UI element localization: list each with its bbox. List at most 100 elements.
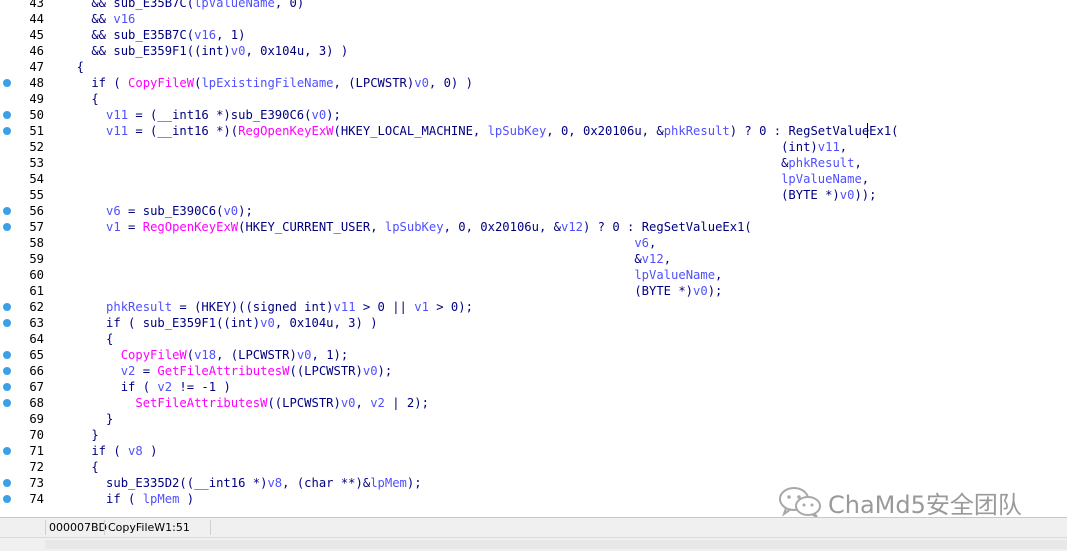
code-line[interactable]: 61 (BYTE *)v0); xyxy=(0,283,1067,299)
code-text[interactable]: v6, xyxy=(62,235,656,251)
variable-token: v8 xyxy=(128,444,143,458)
breakpoint-dot-icon[interactable] xyxy=(3,367,11,375)
code-text[interactable]: &v12, xyxy=(62,251,671,267)
code-line[interactable]: 62 phkResult = (HKEY)((signed int)v11 > … xyxy=(0,299,1067,315)
code-line[interactable]: 56 v6 = sub_E390C6(v0); xyxy=(0,203,1067,219)
variable-token: v6 xyxy=(634,236,650,250)
code-line[interactable]: 50 v11 = (__int16 *)sub_E390C6(v0); xyxy=(0,107,1067,123)
breakpoint-dot-icon[interactable] xyxy=(3,303,11,311)
breakpoint-dot-icon[interactable] xyxy=(3,223,11,231)
breakpoint-dot-icon[interactable] xyxy=(3,479,11,487)
breakpoint-dot-icon[interactable] xyxy=(3,399,11,407)
breakpoint-dot-icon[interactable] xyxy=(3,495,11,503)
code-line[interactable]: 57 v1 = RegOpenKeyExW(HKEY_CURRENT_USER,… xyxy=(0,219,1067,235)
code-text[interactable]: v6 = sub_E390C6(v0); xyxy=(62,203,253,219)
code-text[interactable]: sub_E335D2((__int16 *)v8, (char **)&lpMe… xyxy=(62,475,422,491)
code-text[interactable]: (BYTE *)v0); xyxy=(62,283,722,299)
code-text[interactable]: SetFileAttributesW((LPCWSTR)v0, v2 | 2); xyxy=(62,395,429,411)
code-line[interactable]: 70 } xyxy=(0,427,1067,443)
variable-token: v0 xyxy=(414,76,429,90)
code-text[interactable]: v11 = (__int16 *)sub_E390C6(v0); xyxy=(62,107,341,123)
breakpoint-dot-icon[interactable] xyxy=(3,383,11,391)
code-token: && xyxy=(62,0,114,10)
code-text[interactable]: && v16 xyxy=(62,11,135,27)
code-line[interactable]: 68 SetFileAttributesW((LPCWSTR)v0, v2 | … xyxy=(0,395,1067,411)
code-token: , 0, 0x20106u, & xyxy=(443,220,561,234)
code-line[interactable]: 55 (BYTE *)v0)); xyxy=(0,187,1067,203)
code-token: } xyxy=(62,412,114,426)
code-token: = xyxy=(120,220,143,234)
pseudocode-view[interactable]: 43 && sub_E35B7C(lpValueName, 0) 44 && v1… xyxy=(0,0,1067,507)
code-text[interactable]: if ( sub_E359F1((int)v0, 0x104u, 3) ) xyxy=(62,315,378,331)
code-text[interactable]: if ( CopyFileW(lpExistingFileName, (LPCW… xyxy=(62,75,473,91)
breakpoint-dot-icon[interactable] xyxy=(3,351,11,359)
code-line[interactable]: 63 if ( sub_E359F1((int)v0, 0x104u, 3) ) xyxy=(0,315,1067,331)
code-token: , 0) ) xyxy=(428,76,473,90)
variable-token: v0 xyxy=(362,364,378,378)
code-text[interactable]: if ( lpMem ) xyxy=(62,491,194,507)
breakpoint-dot-icon[interactable] xyxy=(3,319,11,327)
code-line[interactable]: 58 v6, xyxy=(0,235,1067,251)
code-text[interactable]: { xyxy=(62,59,84,75)
code-text[interactable]: && sub_E35B7C(v16, 1) xyxy=(62,27,245,43)
code-line[interactable]: 66 v2 = GetFileAttributesW((LPCWSTR)v0); xyxy=(0,363,1067,379)
code-line[interactable]: 45 && sub_E35B7C(v16, 1) xyxy=(0,27,1067,43)
line-number: 43 xyxy=(29,0,44,10)
code-text[interactable]: } xyxy=(62,411,113,427)
code-line[interactable]: 47 { xyxy=(0,59,1067,75)
code-line[interactable]: 48 if ( CopyFileW(lpExistingFileName, (L… xyxy=(0,75,1067,91)
code-line[interactable]: 49 { xyxy=(0,91,1067,107)
code-text[interactable]: v2 = GetFileAttributesW((LPCWSTR)v0); xyxy=(62,363,393,379)
code-text[interactable]: &phkResult, xyxy=(62,155,862,171)
code-text[interactable]: && sub_E35B7C(lpValueName, 0) xyxy=(62,0,304,11)
code-line[interactable]: 46 && sub_E359F1((int)v0, 0x104u, 3) ) xyxy=(0,43,1067,59)
code-line[interactable]: 71 if ( v8 ) xyxy=(0,443,1067,459)
code-text[interactable]: (int)v11, xyxy=(62,139,847,155)
code-text[interactable]: v11 = (__int16 *)(RegOpenKeyExW(HKEY_LOC… xyxy=(62,123,898,139)
code-line[interactable]: 64 { xyxy=(0,331,1067,347)
scrollbar-track[interactable] xyxy=(45,540,1067,549)
breakpoint-dot-icon[interactable] xyxy=(3,111,11,119)
code-text[interactable]: lpValueName, xyxy=(62,267,722,283)
code-token: sub_E335D2((__int16 *) xyxy=(62,476,268,490)
variable-token: v0 xyxy=(296,348,312,362)
code-text[interactable]: } xyxy=(62,427,98,443)
breakpoint-dot-icon[interactable] xyxy=(3,79,11,87)
code-line[interactable]: 52 (int)v11, xyxy=(0,139,1067,155)
code-line[interactable]: 44 && v16 xyxy=(0,11,1067,27)
code-text[interactable]: { xyxy=(62,91,98,107)
text-cursor xyxy=(867,123,868,138)
code-text[interactable]: phkResult = (HKEY)((signed int)v11 > 0 |… xyxy=(62,299,473,315)
code-line[interactable]: 60 lpValueName, xyxy=(0,267,1067,283)
code-line[interactable]: 72 { xyxy=(0,459,1067,475)
code-text[interactable]: if ( v2 != -1 ) xyxy=(62,379,231,395)
variable-token: v16 xyxy=(194,28,217,42)
code-text[interactable]: CopyFileW(v18, (LPCWSTR)v0, 1); xyxy=(62,347,349,363)
code-line[interactable]: 51 v11 = (__int16 *)(RegOpenKeyExW(HKEY_… xyxy=(0,123,1067,139)
code-line[interactable]: 43 && sub_E35B7C(lpValueName, 0) xyxy=(0,0,1067,11)
watermark: ChaMd5安全团队 xyxy=(778,484,1048,520)
code-text[interactable]: { xyxy=(62,459,98,475)
code-text[interactable]: (BYTE *)v0)); xyxy=(62,187,876,203)
code-text[interactable]: { xyxy=(62,331,113,347)
code-line[interactable]: 65 CopyFileW(v18, (LPCWSTR)v0, 1); xyxy=(0,347,1067,363)
code-text[interactable]: lpValueName, xyxy=(62,171,869,187)
code-text[interactable]: if ( v8 ) xyxy=(62,443,157,459)
breakpoint-dot-icon[interactable] xyxy=(3,127,11,135)
variable-token: v11 xyxy=(106,108,129,122)
breakpoint-dot-icon[interactable] xyxy=(3,207,11,215)
code-line[interactable]: 59 &v12, xyxy=(0,251,1067,267)
variable-token: lpMem xyxy=(370,476,407,490)
code-line[interactable]: 53 &phkResult, xyxy=(0,155,1067,171)
code-text[interactable]: v1 = RegOpenKeyExW(HKEY_CURRENT_USER, lp… xyxy=(62,219,752,235)
function-token: GetFileAttributesW xyxy=(157,364,290,378)
code-line[interactable]: 67 if ( v2 != -1 ) xyxy=(0,379,1067,395)
horizontal-scrollbar[interactable] xyxy=(0,537,1067,551)
breakpoint-dot-icon[interactable] xyxy=(3,447,11,455)
code-text[interactable]: && sub_E359F1((int)v0, 0x104u, 3) ) xyxy=(62,43,348,59)
code-line[interactable]: 69 } xyxy=(0,411,1067,427)
line-number: 58 xyxy=(29,236,44,250)
code-line[interactable]: 54 lpValueName, xyxy=(0,171,1067,187)
